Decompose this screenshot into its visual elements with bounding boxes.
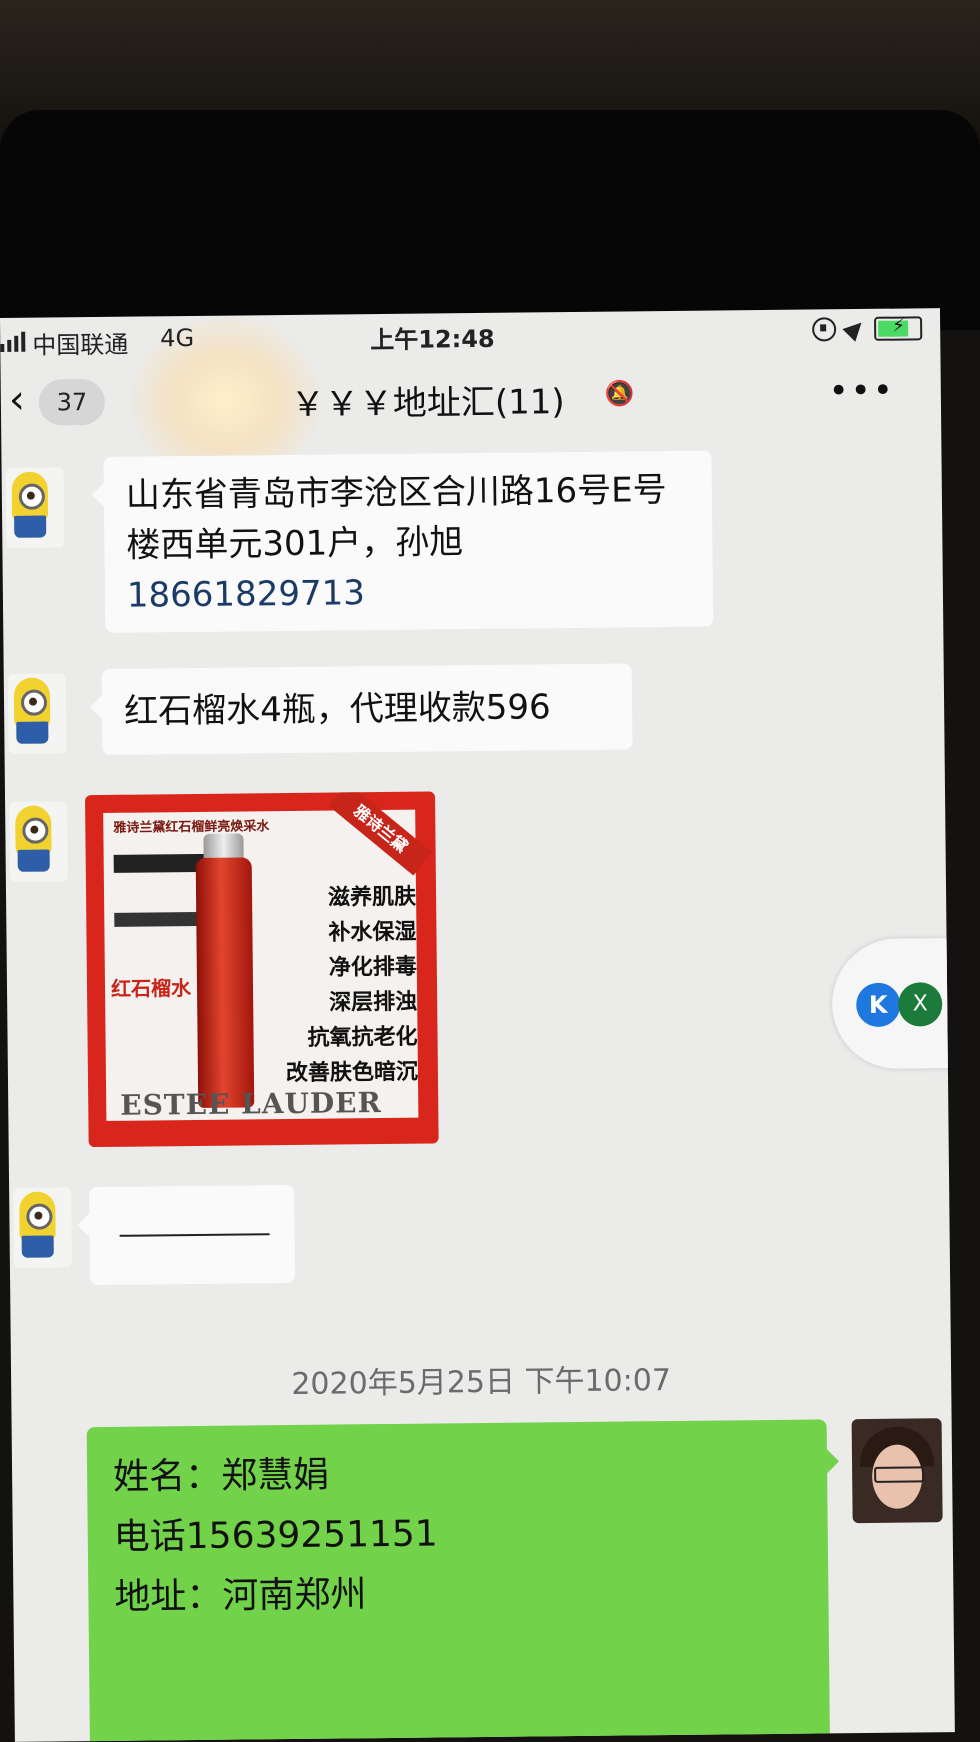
- minion-avatar-icon: [11, 471, 49, 542]
- my-message-bubble[interactable]: 姓名：郑慧娟 电话15639251151 地址：河南郑州: [86, 1419, 840, 1742]
- unread-count-badge[interactable]: 37: [38, 378, 106, 426]
- message-bubble[interactable]: [77, 1184, 296, 1286]
- poster-title: 雅诗兰黛红石榴鲜亮焕采水: [113, 819, 270, 836]
- floating-app-button[interactable]: K: [856, 982, 901, 1028]
- floating-window[interactable]: K X: [831, 937, 955, 1070]
- phone-link[interactable]: 18661829713: [127, 568, 365, 620]
- chat-title: ￥￥￥地址汇(11): [290, 382, 565, 425]
- bottle-icon: [195, 857, 255, 1108]
- back-chevron-icon[interactable]: ‹: [9, 377, 25, 423]
- message-line: 电话15639251151: [113, 1513, 438, 1558]
- glasses-icon: [874, 1466, 925, 1483]
- status-time: 上午12:48: [370, 324, 495, 355]
- more-options-button[interactable]: •••: [828, 371, 895, 412]
- phone-bezel-edge: [0, 110, 980, 330]
- avatar[interactable]: [9, 801, 68, 882]
- location-icon: [842, 316, 868, 342]
- chat-timestamp: 2020年5月25日 下午10:07: [291, 1363, 672, 1403]
- message-text: 山东省青岛市李沧区合川路16号E号楼西单元301户，孙旭: [125, 470, 667, 566]
- my-avatar[interactable]: [851, 1418, 943, 1524]
- poster-benefits: 滋养肌肤 补水保湿 净化排毒 深层排浊 抗氧抗老化 改善肤色暗沉: [266, 880, 418, 1092]
- benefit-item: 深层排浊: [329, 989, 418, 1016]
- avatar[interactable]: [7, 673, 67, 754]
- benefit-item: 抗氧抗老化: [307, 1024, 418, 1051]
- poster-ribbon: 雅诗兰黛: [328, 791, 433, 876]
- message-bubble[interactable]: 红石榴水4瓶，代理收款596: [89, 663, 633, 755]
- message-bubble[interactable]: 山东省青岛市李沧区合川路16号E号楼西单元301户，孙旭 18661829713: [91, 450, 714, 633]
- status-icons: ⚡: [812, 316, 923, 342]
- benefit-item: 净化排毒: [328, 954, 417, 981]
- floating-close-button[interactable]: X: [898, 982, 943, 1027]
- benefit-item: 补水保湿: [328, 919, 417, 946]
- message-text: 红石榴水4瓶，代理收款596: [123, 687, 551, 732]
- avatar[interactable]: [5, 467, 65, 548]
- minion-avatar-icon: [15, 805, 52, 875]
- poster-brand: ESTEE LAUDER: [120, 1086, 382, 1122]
- minion-avatar-icon: [19, 1191, 56, 1261]
- battery-icon: ⚡: [874, 316, 923, 341]
- message-line: 姓名：郑慧娟: [112, 1454, 330, 1498]
- network-type: 4G: [160, 323, 195, 353]
- product-poster: 雅诗兰黛红石榴鲜亮焕采水 雅诗兰黛 红石榴水 滋养肌肤 补水保湿 净化排毒 深层…: [103, 791, 433, 1122]
- minion-avatar-icon: [13, 677, 51, 747]
- carrier-name: 中国联通: [32, 330, 129, 360]
- mute-bell-icon: 🔕: [604, 379, 635, 408]
- image-message[interactable]: 雅诗兰黛红石榴鲜亮焕采水 雅诗兰黛 红石榴水 滋养肌肤 补水保湿 净化排毒 深层…: [85, 791, 439, 1148]
- phone-screen: 中国联通 4G 上午12:48 ⚡ ‹ 37 ￥￥￥地址汇(11) 🔕 ••• …: [0, 308, 955, 1742]
- message-line: 地址：河南郑州: [114, 1574, 367, 1618]
- message-divider-line: [119, 1233, 270, 1237]
- poster-tag: 红石榴水: [110, 976, 192, 1001]
- chat-nav-bar: ‹ 37 ￥￥￥地址汇(11) 🔕 •••: [0, 352, 941, 442]
- signal-icon: [0, 331, 26, 352]
- rotation-lock-icon: [812, 317, 837, 342]
- benefit-item: 滋养肌肤: [327, 884, 417, 911]
- avatar[interactable]: [13, 1187, 72, 1268]
